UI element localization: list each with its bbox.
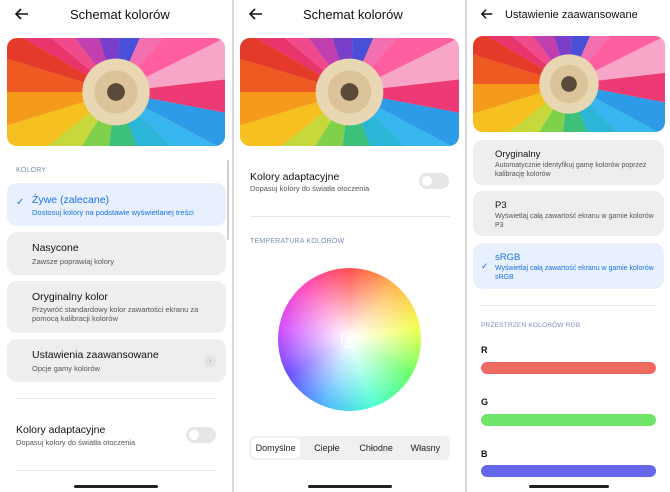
option-advanced[interactable]: Ustawienia zaawansowane Opcje gamy kolor… — [7, 339, 226, 382]
page-title: Schemat kolorów — [70, 7, 170, 22]
preview-image — [473, 36, 665, 132]
option-desc: Przywróć standardowy kolor zawartości ek… — [32, 305, 199, 323]
option-original[interactable]: Oryginalny kolor Przywróć standardowy ko… — [7, 281, 226, 333]
channel-label-r: R — [481, 345, 488, 355]
color-temperature-screen: Schemat kolorów Kolory adaptacyjne Dopas… — [234, 0, 465, 492]
adaptive-desc: Dopasuj kolory do światła otoczenia — [250, 184, 370, 193]
option-desc: Wyświetlaj całą zawartość ekranu w gamie… — [495, 265, 654, 281]
option-vivid[interactable]: ✓ Żywe (zalecane) Dostosuj kolory na pod… — [7, 183, 226, 226]
advanced-settings-screen: Ustawienie zaawansowane Oryginalny Autom… — [467, 0, 670, 492]
preview-image — [7, 38, 225, 146]
option-p3[interactable]: P3 Wyświetlaj całą zawartość ekranu w ga… — [473, 191, 664, 236]
scrollbar[interactable] — [227, 160, 229, 240]
option-title: sRGB — [495, 252, 521, 263]
option-srgb[interactable]: ✓ sRGB Wyświetlaj całą zawartość ekranu … — [473, 243, 664, 289]
temperature-tabs: Domyślne Ciepłe Chłodne Własny — [249, 436, 450, 460]
tab-custom[interactable]: Własny — [401, 436, 450, 460]
divider — [16, 470, 216, 471]
home-indicator[interactable] — [529, 485, 609, 488]
option-original[interactable]: Oryginalny Automatycznie identyfikuj gam… — [473, 140, 664, 185]
top-bar: Schemat kolorów — [234, 0, 465, 30]
tab-warm[interactable]: Ciepłe — [302, 436, 351, 460]
option-title: Nasycone — [32, 242, 79, 254]
adaptive-title: Kolory adaptacyjne — [16, 424, 106, 436]
page-title: Ustawienie zaawansowane — [505, 9, 638, 21]
top-bar: Ustawienie zaawansowane — [467, 0, 670, 30]
page-title: Schemat kolorów — [303, 7, 403, 22]
home-indicator[interactable] — [74, 485, 158, 488]
channel-label-b: B — [481, 449, 488, 459]
preview-image — [240, 38, 459, 146]
arrow-left-icon[interactable] — [480, 7, 494, 21]
option-saturated[interactable]: Nasycone Zawsze poprawiaj kolory — [7, 232, 226, 275]
chevron-right-icon: › — [204, 355, 216, 367]
divider — [16, 398, 216, 399]
tab-cool[interactable]: Chłodne — [352, 436, 401, 460]
option-title: Oryginalny kolor — [32, 291, 108, 303]
option-title: Żywe (zalecane) — [32, 194, 110, 206]
option-desc: Wyświetlaj całą zawartość ekranu w gamie… — [495, 213, 654, 229]
option-desc: Zawsze poprawiaj kolory — [32, 257, 115, 266]
green-channel-slider[interactable] — [481, 414, 656, 426]
option-title: P3 — [495, 200, 507, 211]
option-desc: Dostosuj kolory na podstawie wyświetlane… — [32, 208, 194, 217]
option-desc: Automatycznie identyfikuj gamę kolorów p… — [495, 162, 647, 178]
wheel-picker-handle[interactable] — [341, 331, 358, 348]
divider — [250, 216, 450, 217]
adaptive-toggle[interactable] — [419, 173, 449, 189]
tab-default[interactable]: Domyślne — [251, 438, 301, 458]
section-label-colors: KOLORY — [16, 167, 47, 174]
home-indicator[interactable] — [308, 485, 392, 488]
option-desc: Opcje gamy kolorów — [32, 364, 100, 373]
color-scheme-screen: Schemat kolorów KOLORY ✓ Żywe (zalecane)… — [0, 0, 232, 492]
section-label-rgb: PRZESTRZEŃ KOLORÓW RGB — [481, 322, 581, 329]
section-label-temperature: TEMPERATURA KOLORÓW — [250, 238, 345, 245]
option-title: Ustawienia zaawansowane — [32, 349, 159, 361]
blue-channel-slider[interactable] — [481, 465, 656, 477]
adaptive-toggle[interactable] — [186, 427, 216, 443]
arrow-left-icon[interactable] — [14, 6, 30, 22]
check-icon: ✓ — [481, 261, 489, 271]
adaptive-title: Kolory adaptacyjne — [250, 171, 340, 183]
option-title: Oryginalny — [495, 149, 541, 160]
check-icon: ✓ — [16, 197, 25, 208]
channel-label-g: G — [481, 397, 489, 407]
red-channel-slider[interactable] — [481, 362, 656, 374]
arrow-left-icon[interactable] — [248, 6, 264, 22]
adaptive-desc: Dopasuj kolory do światła otoczenia — [16, 438, 136, 447]
divider — [481, 305, 657, 306]
top-bar: Schemat kolorów — [0, 0, 232, 30]
